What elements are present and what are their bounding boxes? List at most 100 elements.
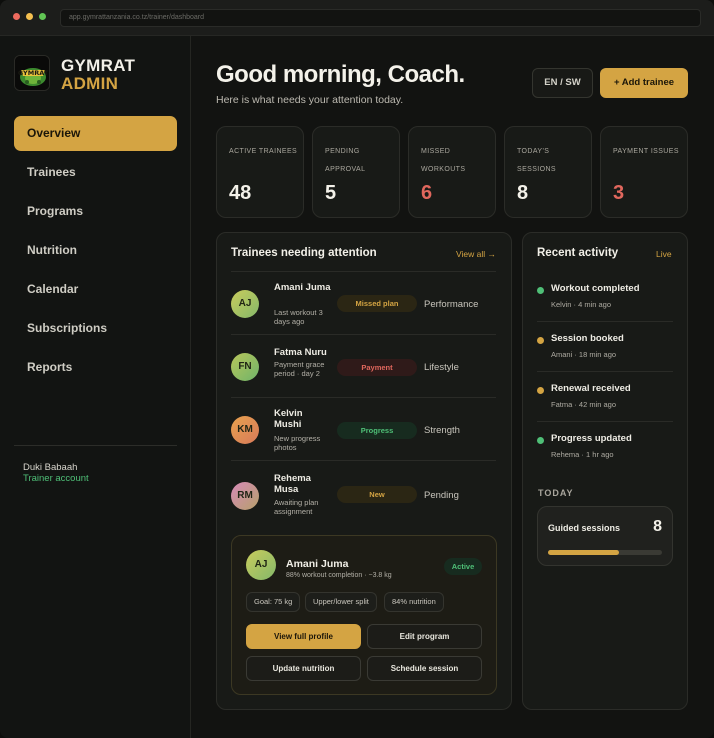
sidebar-item-overview[interactable]: Overview — [14, 116, 177, 151]
stat-value: 5 — [325, 182, 337, 204]
guided-sessions-card[interactable]: Guided sessions 8 — [537, 506, 673, 566]
stat-label: ACTIVE TRAINEES — [229, 148, 298, 155]
status-dot-icon — [537, 437, 544, 444]
stat-value: 6 — [421, 182, 433, 204]
app-window: app.gymrattanzania.co.tz/trainer/dashboa… — [0, 0, 714, 738]
activity-title: Session booked — [551, 333, 624, 344]
trainee-name: Amani Juma — [274, 282, 331, 293]
avatar: KM — [231, 416, 259, 444]
activity-panel-title: Recent activity — [537, 247, 619, 259]
stat-card-pending-approval[interactable]: PENDING APPROVAL 5 — [312, 126, 400, 218]
status-badge: Active — [444, 558, 482, 575]
close-window-icon[interactable] — [13, 13, 20, 20]
table-row[interactable]: FN Fatma Nuru Payment grace period · day… — [231, 334, 496, 397]
edit-program-button[interactable]: Edit program — [367, 624, 482, 649]
maximize-window-icon[interactable] — [39, 13, 46, 20]
trainee-note: New progress photos — [274, 434, 321, 452]
guided-sessions-label: Guided sessions — [548, 523, 621, 533]
table-row[interactable]: RM Rehema Musa Awaiting plan assignment … — [231, 460, 496, 523]
profile-name: Amani Juma — [286, 558, 349, 570]
divider — [537, 421, 673, 422]
sidebar-item-subscriptions[interactable]: Subscriptions — [14, 311, 177, 346]
activity-title: Renewal received — [551, 383, 631, 394]
activity-title: Progress updated — [551, 433, 632, 444]
avatar: FN — [231, 353, 259, 381]
language-toggle-button[interactable]: EN / SW — [532, 68, 593, 98]
program-name: Lifestyle — [424, 362, 459, 373]
avatar: RM — [231, 482, 259, 510]
live-indicator: Live — [656, 249, 672, 259]
minimize-window-icon[interactable] — [26, 13, 33, 20]
brand-logo[interactable]: GYMRAT — [14, 55, 50, 91]
view-full-profile-button[interactable]: View full profile — [246, 624, 361, 649]
program-name: Pending — [424, 490, 459, 501]
sidebar-item-trainees[interactable]: Trainees — [14, 155, 177, 190]
avatar: AJ — [231, 290, 259, 318]
program-chip: Upper/lower split — [305, 592, 377, 612]
activity-meta: Kelvin · 4 min ago — [551, 300, 612, 309]
add-trainee-button[interactable]: + Add trainee — [600, 68, 688, 98]
sidebar-item-reports[interactable]: Reports — [14, 350, 177, 385]
sidebar-item-calendar[interactable]: Calendar — [14, 272, 177, 307]
sidebar-item-nutrition[interactable]: Nutrition — [14, 233, 177, 268]
sidebar-divider — [14, 445, 177, 446]
status-badge: New — [337, 486, 417, 503]
profile-summary: 88% workout completion · −3.8 kg — [286, 572, 392, 579]
address-bar[interactable]: app.gymrattanzania.co.tz/trainer/dashboa… — [60, 9, 701, 27]
progress-track — [548, 550, 662, 555]
browser-titlebar: app.gymrattanzania.co.tz/trainer/dashboa… — [0, 0, 714, 36]
status-dot-icon — [537, 287, 544, 294]
trainee-name: Fatma Nuru — [274, 347, 327, 358]
view-all-link[interactable]: View all → — [456, 249, 496, 259]
brand-name: GYMRAT — [61, 56, 136, 75]
trainee-note: Awaiting plan assignment — [274, 498, 319, 516]
divider — [537, 371, 673, 372]
status-badge: Payment — [337, 359, 417, 376]
today-section-label: TODAY — [538, 488, 574, 498]
stat-value: 3 — [613, 182, 625, 204]
user-name[interactable]: Duki Babaah — [23, 462, 77, 473]
stat-card-active-trainees[interactable]: ACTIVE TRAINEES 48 — [216, 126, 304, 218]
avatar: AJ — [246, 550, 276, 580]
sidebar-item-programs[interactable]: Programs — [14, 194, 177, 229]
divider — [537, 321, 673, 322]
stat-card-todays-sessions[interactable]: TODAY'S SESSIONS 8 — [504, 126, 592, 218]
sidebar: GYMRAT GYMRAT ADMIN Overview Trainees Pr… — [0, 36, 191, 738]
stat-card-missed-workouts[interactable]: MISSED WORKOUTS 6 — [408, 126, 496, 218]
stat-label: PAYMENT ISSUES — [613, 148, 679, 155]
stat-label: MISSED WORKOUTS — [421, 148, 466, 173]
page-subtitle: Here is what needs your attention today. — [216, 94, 404, 106]
activity-title: Workout completed — [551, 283, 640, 294]
page-title: Good morning, Coach. — [216, 61, 465, 88]
guided-sessions-count: 8 — [653, 518, 662, 535]
table-row[interactable]: KM Kelvin Mushi New progress photos Prog… — [231, 397, 496, 460]
activity-meta: Amani · 18 min ago — [551, 350, 617, 359]
trainee-note: Payment grace period · day 2 — [274, 360, 325, 378]
brand-subtitle: ADMIN — [61, 74, 119, 93]
stat-label: TODAY'S SESSIONS — [517, 148, 556, 173]
goal-chip: Goal: 75 kg — [246, 592, 301, 612]
trainee-name: Rehema Musa — [274, 473, 311, 495]
status-dot-icon — [537, 387, 544, 394]
schedule-session-button[interactable]: Schedule session — [367, 656, 482, 681]
trainee-name: Kelvin Mushi — [274, 408, 303, 430]
stat-card-payment-issues[interactable]: PAYMENT ISSUES 3 — [600, 126, 688, 218]
activity-meta: Fatma · 42 min ago — [551, 400, 617, 409]
update-nutrition-button[interactable]: Update nutrition — [246, 656, 361, 681]
stat-label: PENDING APPROVAL — [325, 148, 366, 173]
trainee-note: Last workout 3 days ago — [274, 308, 323, 326]
activity-meta: Rehema · 1 hr ago — [551, 450, 614, 459]
status-badge: Progress — [337, 422, 417, 439]
program-name: Performance — [424, 299, 479, 310]
status-badge: Missed plan — [337, 295, 417, 312]
attention-panel-title: Trainees needing attention — [231, 247, 377, 259]
stat-value: 48 — [229, 182, 252, 204]
program-name: Strength — [424, 425, 460, 436]
status-dot-icon — [537, 337, 544, 344]
progress-fill — [548, 550, 619, 555]
nutrition-chip: 84% nutrition — [384, 592, 444, 612]
table-row[interactable]: AJ Amani Juma Last workout 3 days ago Mi… — [231, 271, 496, 334]
user-role: Trainer account — [23, 473, 89, 484]
svg-text:GYMRAT: GYMRAT — [18, 69, 49, 77]
stat-value: 8 — [517, 182, 529, 204]
